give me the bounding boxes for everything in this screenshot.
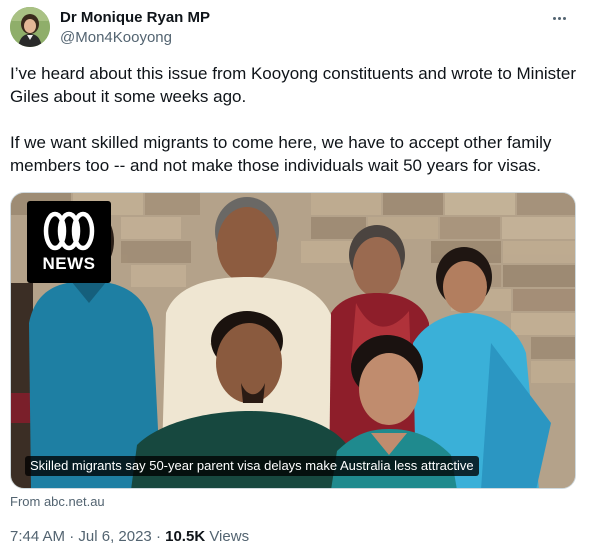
abc-news-label: NEWS [42,254,96,273]
more-horizontal-icon [552,16,567,20]
tweet-paragraph-2: If we want skilled migrants to come here… [10,133,552,175]
abc-news-logo: NEWS [27,201,111,283]
author-info: Dr Monique Ryan MP @Mon4Kooyong [60,8,210,48]
author-display-name[interactable]: Dr Monique Ryan MP [60,8,210,27]
avatar[interactable] [10,7,50,47]
tweet-time[interactable]: 7:44 AM [10,528,65,545]
views-label: Views [209,528,250,545]
link-card-media[interactable]: NEWS Skilled migrants say 50-year parent… [10,192,576,489]
avatar-image [10,7,50,47]
tweet-paragraph-1: I’ve heard about this issue from Kooyong… [10,64,577,106]
tweet-meta: 7:44 AM · Jul 6, 2023 · 10.5K Views [10,527,249,547]
meta-separator: · [155,528,161,545]
tweet: Dr Monique Ryan MP @Mon4Kooyong I’ve hea… [0,0,589,551]
link-source: From abc.net.au [10,493,105,510]
more-options-button[interactable] [545,7,573,29]
views-count: 10.5K [165,528,206,545]
tweet-date[interactable]: Jul 6, 2023 [78,528,151,545]
media-caption: Skilled migrants say 50-year parent visa… [25,456,479,476]
author-handle[interactable]: @Mon4Kooyong [60,28,210,48]
tweet-header: Dr Monique Ryan MP @Mon4Kooyong [10,7,579,51]
tweet-text: I’ve heard about this issue from Kooyong… [10,62,580,177]
link-source-text[interactable]: From abc.net.au [10,494,105,509]
abc-lissajous-icon [43,211,95,251]
meta-separator: · [69,528,75,545]
